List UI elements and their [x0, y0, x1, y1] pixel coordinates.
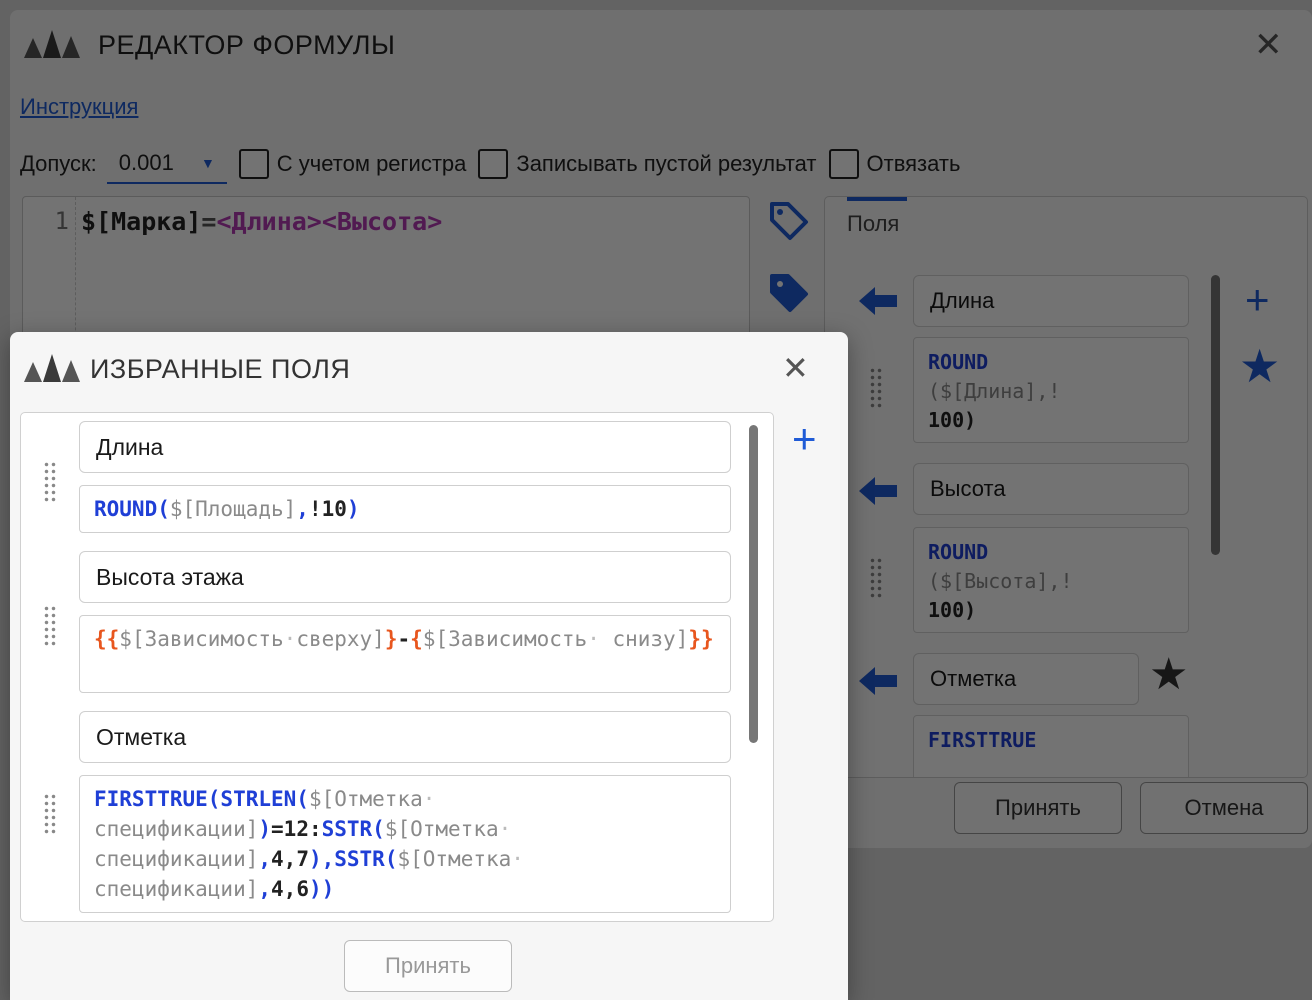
- fields-scrollbar[interactable]: [1211, 275, 1220, 555]
- favorite-expr-floor-height[interactable]: {{$[Зависимость·сверху]}-{$[Зависимость·…: [79, 615, 731, 693]
- instruction-link[interactable]: Инструкция: [20, 94, 138, 120]
- field-name-length[interactable]: Длина: [913, 275, 1189, 327]
- expr-function: FIRSTTRUE: [928, 728, 1037, 752]
- favorite-fields-dialog: ИЗБРАННЫЕ ПОЛЯ ✕ Длина ROUND($[Площадь],…: [10, 332, 848, 1000]
- code-variable: $[Марка]: [81, 207, 202, 236]
- unlink-label[interactable]: Отвязать: [867, 151, 961, 177]
- case-sensitive-label[interactable]: С учетом регистра: [277, 151, 467, 177]
- field-expr-elevation[interactable]: FIRSTTRUE: [913, 715, 1189, 777]
- add-field-icon[interactable]: +: [1245, 279, 1270, 321]
- favorite-name-length[interactable]: Длина: [79, 421, 731, 473]
- write-empty-result-label[interactable]: Записывать пустой результат: [516, 151, 816, 177]
- favorites-star-icon[interactable]: ★: [1239, 343, 1280, 389]
- options-row: Допуск: 0.001 ▼ С учетом регистра Записы…: [20, 142, 960, 186]
- favorite-name-floor-height[interactable]: Высота этажа: [79, 551, 731, 603]
- code-operator: =: [201, 207, 217, 236]
- drag-handle-icon[interactable]: [869, 367, 883, 409]
- dialog-title: РЕДАКТОР ФОРМУЛЫ: [98, 30, 396, 60]
- tag-filled-icon[interactable]: [766, 270, 812, 316]
- drag-handle-icon[interactable]: [43, 605, 57, 647]
- insert-arrow-icon[interactable]: [859, 667, 897, 695]
- close-icon[interactable]: ✕: [1254, 28, 1283, 62]
- field-expr-height[interactable]: ROUND ($[Высота],! 100): [913, 527, 1189, 633]
- code-line[interactable]: $[Марка]=<Длина><Высота>: [81, 207, 442, 236]
- favorites-scrollbar[interactable]: [749, 425, 758, 743]
- accept-button[interactable]: Принять: [344, 940, 512, 992]
- field-expr-length[interactable]: ROUND ($[Длина],! 100): [913, 337, 1189, 443]
- cancel-button[interactable]: Отмена: [1140, 782, 1308, 834]
- case-sensitive-checkbox[interactable]: [238, 149, 269, 179]
- tolerance-select[interactable]: 0.001 ▼: [106, 144, 227, 184]
- expr-argument: ($[Высота],!: [928, 569, 1073, 593]
- expr-argument: ($[Длина],!: [928, 379, 1061, 403]
- tab-fields[interactable]: Поля: [847, 211, 899, 237]
- write-empty-result-checkbox[interactable]: [478, 149, 509, 179]
- expr-tail: 100): [928, 408, 977, 432]
- drag-handle-icon[interactable]: [43, 461, 57, 503]
- favorite-name-elevation[interactable]: Отметка: [79, 711, 731, 763]
- expr-function: ROUND: [928, 350, 989, 374]
- tag-outline-icon[interactable]: [766, 198, 812, 244]
- dialog-title: ИЗБРАННЫЕ ПОЛЯ: [90, 354, 351, 384]
- favorite-expr-elevation[interactable]: FIRSTTRUE(STRLEN($[Отметка· спецификации…: [79, 775, 731, 913]
- field-name-height[interactable]: Высота: [913, 463, 1189, 515]
- star-icon[interactable]: ★: [1149, 653, 1188, 697]
- app-logo-icon: [24, 354, 80, 382]
- app-logo-icon: [24, 30, 80, 58]
- expr-tail: 100): [928, 598, 977, 622]
- fields-panel: Поля Длина ROUND ($[Длина],! 100) Высота R…: [824, 196, 1308, 778]
- drag-handle-icon[interactable]: [43, 793, 57, 835]
- field-name-elevation[interactable]: Отметка: [913, 653, 1139, 705]
- tab-indicator: [847, 197, 907, 201]
- code-placeholders: <Длина><Высота>: [216, 207, 443, 236]
- favorite-expr-length[interactable]: ROUND($[Площадь],!10): [79, 485, 731, 533]
- favorites-list: Длина ROUND($[Площадь],!10) Высота этажа…: [20, 412, 774, 922]
- line-number: 1: [54, 207, 69, 235]
- add-favorite-icon[interactable]: +: [792, 418, 817, 460]
- accept-button[interactable]: Принять: [954, 782, 1122, 834]
- tolerance-value: 0.001: [118, 150, 174, 175]
- expr-function: ROUND: [928, 540, 989, 564]
- unlink-checkbox[interactable]: [828, 149, 859, 179]
- drag-handle-icon[interactable]: [869, 557, 883, 599]
- close-icon[interactable]: ✕: [782, 352, 809, 384]
- tolerance-label: Допуск:: [20, 151, 97, 176]
- chevron-down-icon: ▼: [200, 155, 215, 171]
- insert-arrow-icon[interactable]: [859, 287, 897, 315]
- insert-arrow-icon[interactable]: [859, 477, 897, 505]
